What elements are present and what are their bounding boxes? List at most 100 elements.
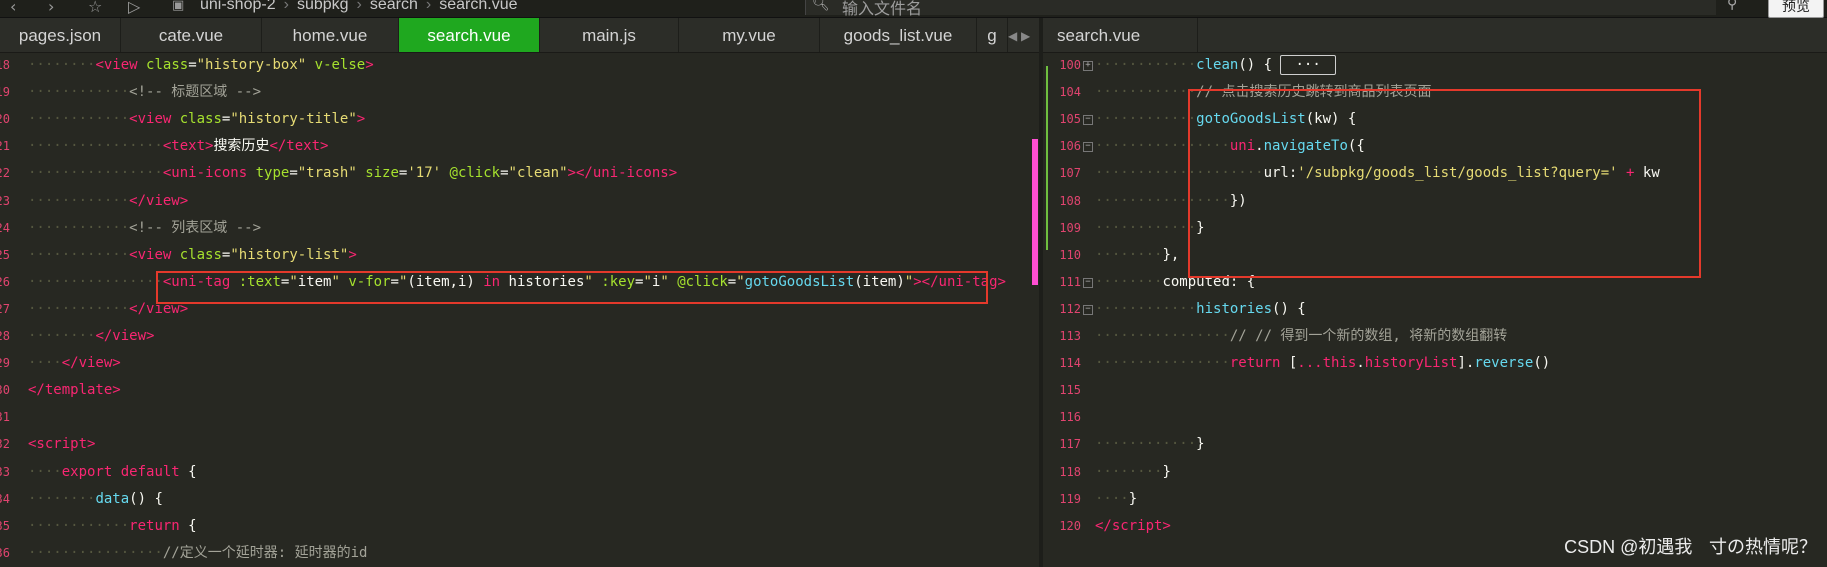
code-content: export default {	[61, 463, 197, 480]
code-content: <text>搜索历史</text>	[162, 138, 329, 155]
fold-collapse-icon[interactable]: −	[1083, 142, 1093, 153]
line-number: 110	[1059, 247, 1081, 262]
code-line[interactable]: 21 ················<text>搜索历史</text>	[0, 133, 1032, 160]
left-editor-pane[interactable]: 18········<view class="history-box" v-el…	[0, 53, 1032, 567]
indent-guide: ········	[28, 328, 96, 344]
back-icon[interactable]: ‹	[10, 0, 16, 16]
code-line[interactable]: 100 + ············clean() { ···	[1043, 53, 1827, 79]
code-line[interactable]: 118 ········}	[1043, 459, 1827, 486]
tab-home-vue[interactable]: home.vue	[262, 18, 399, 52]
code-line[interactable]: 29 ····</view>	[0, 350, 1032, 377]
line-number: 105	[1059, 112, 1081, 127]
line-number: 30	[0, 383, 10, 398]
breadcrumb-separator: ›	[356, 0, 362, 13]
tab-cate-vue[interactable]: cate.vue	[121, 18, 262, 52]
code-line[interactable]: 32 <script>	[0, 431, 1032, 458]
tab-my-vue[interactable]: my.vue	[679, 18, 820, 52]
line-number: 22	[0, 166, 10, 181]
file-search-placeholder: 输入文件名	[842, 1, 923, 18]
tab-search-vue[interactable]: search.vue	[399, 18, 540, 52]
code-line[interactable]: 18 ········<view class="history-box" v-el…	[0, 53, 1032, 79]
star-icon[interactable]: ☆	[88, 0, 102, 16]
code-content: <view class="history-box" v-else>	[95, 57, 374, 73]
line-number: 100	[1059, 58, 1081, 72]
code-content: clean() { ···	[1196, 55, 1336, 75]
line-number: 24	[0, 220, 10, 235]
code-line[interactable]: 25 ············<view class="history-list"…	[0, 242, 1032, 269]
code-text: </template>	[28, 377, 121, 404]
line-number: 116	[1059, 410, 1081, 425]
code-line[interactable]: 23 ············</view>	[0, 188, 1032, 215]
code-line[interactable]: 117 ············}	[1043, 431, 1827, 458]
line-number: 35	[0, 518, 10, 533]
code-line[interactable]: 112− ············histories() {	[1043, 296, 1827, 323]
file-search-input[interactable]: 🔍︎ 输入文件名	[805, 0, 1716, 18]
line-number: 106	[1059, 139, 1081, 154]
code-line[interactable]: 24 ············<!-- 列表区域 -->	[0, 215, 1032, 242]
indent-guide: ····	[28, 463, 62, 480]
file-icon: ▣	[172, 0, 185, 13]
code-line[interactable]: 34 ········data() {	[0, 486, 1032, 513]
watermark: CSDN @初遇我ㅤ寸の热情呢？	[1564, 537, 1817, 557]
code-line[interactable]: 33 ····export default {	[0, 459, 1032, 486]
tab-scroll-arrows[interactable]: ◀ ▶	[1008, 18, 1030, 54]
line-number: 115	[1059, 383, 1081, 398]
code-content: </view>	[95, 328, 155, 344]
run-icon[interactable]: ▷	[128, 0, 140, 16]
code-text: ················<uni-icons type="trash" …	[28, 160, 677, 187]
code-line[interactable]: 31	[0, 404, 1032, 431]
code-text: ················// // 得到一个新的数组, 将新的数组翻转	[1095, 323, 1507, 350]
tab-right-search-vue[interactable]: search.vue	[1043, 18, 1198, 52]
code-line[interactable]: 28 ········</view>	[0, 323, 1032, 350]
tab-g[interactable]: g	[977, 18, 1008, 52]
code-content: histories() {	[1196, 300, 1306, 317]
code-content: data() {	[95, 490, 163, 507]
code-line[interactable]: 35 ············return {	[0, 513, 1032, 540]
scroll-indicator[interactable]	[1032, 139, 1038, 285]
indent-guide: ················	[28, 138, 163, 155]
code-line[interactable]: 119 ····}	[1043, 486, 1827, 513]
preview-button[interactable]: 预览	[1768, 0, 1824, 18]
breadcrumb-item[interactable]: subpkg	[297, 0, 349, 13]
code-content: },	[1162, 246, 1180, 263]
indent-guide: ················	[28, 165, 163, 182]
forward-icon[interactable]: ›	[48, 0, 54, 16]
breadcrumb-item[interactable]: search.vue	[439, 0, 517, 13]
code-line[interactable]: 30 </template>	[0, 377, 1032, 404]
tab-main-js[interactable]: main.js	[540, 18, 679, 52]
fold-collapse-icon[interactable]: −	[1083, 277, 1093, 288]
indent-guide: ················	[1095, 328, 1230, 344]
code-text: ············return {	[28, 513, 197, 540]
code-content: <view class="history-list">	[129, 246, 357, 263]
code-content: </script>	[1095, 517, 1171, 534]
code-content: </template>	[28, 382, 121, 399]
tab-pages-json[interactable]: pages.json	[0, 18, 121, 52]
breadcrumb-item[interactable]: uni-shop-2	[200, 0, 276, 13]
fold-collapse-icon[interactable]: −	[1083, 304, 1093, 315]
code-line[interactable]: 36 ················//定义一个延时器: 延时器的id	[0, 540, 1032, 567]
tab-goods-list-vue[interactable]: goods_list.vue	[820, 18, 977, 52]
code-line[interactable]: 116	[1043, 404, 1827, 431]
line-number: 27	[0, 301, 10, 316]
filter-icon[interactable]: ⚲	[1727, 0, 1737, 12]
fold-collapse-icon[interactable]: −	[1083, 115, 1093, 126]
indent-guide: ········	[1095, 463, 1163, 480]
code-line[interactable]: 22 ················<uni-icons type="trash…	[0, 160, 1032, 187]
line-number: 36	[0, 545, 10, 560]
code-line[interactable]: 19 ············<!-- 标题区域 -->	[0, 79, 1032, 106]
fold-expand-icon[interactable]: +	[1083, 61, 1093, 71]
indent-guide: ········	[28, 490, 96, 507]
code-text: ····export default {	[28, 459, 197, 486]
code-line[interactable]: 114 ················return [...this.histo…	[1043, 350, 1827, 377]
indent-guide: ············	[1095, 300, 1197, 317]
breadcrumb-item[interactable]: search	[370, 0, 418, 13]
code-line[interactable]: 20 ············<view class="history-title…	[0, 106, 1032, 133]
code-text: ················<text>搜索历史</text>	[28, 133, 328, 160]
code-text: ············<!-- 标题区域 -->	[28, 79, 261, 106]
line-number: 25	[0, 247, 10, 262]
line-number: 21	[0, 139, 10, 154]
code-content: <!-- 标题区域 -->	[129, 84, 262, 101]
line-number: 109	[1059, 220, 1081, 235]
code-line[interactable]: 115	[1043, 377, 1827, 404]
code-line[interactable]: 113 ················// // 得到一个新的数组, 将新的数组…	[1043, 323, 1827, 350]
